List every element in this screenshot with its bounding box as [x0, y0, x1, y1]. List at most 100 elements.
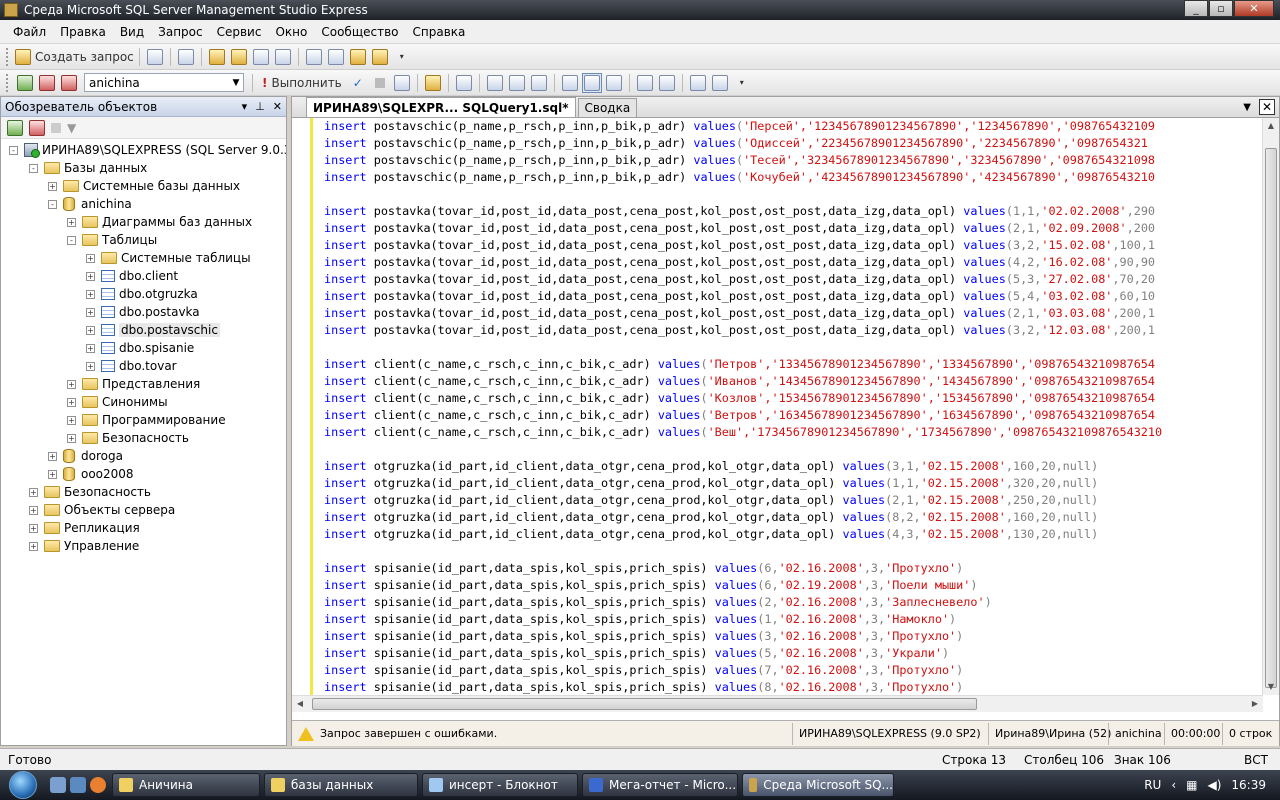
code-line[interactable]: insert spisanie(id_part,data_spis,kol_sp… [324, 628, 963, 645]
network-icon[interactable]: ▦ [1186, 778, 1197, 792]
code-line[interactable]: insert client(c_name,c_rsch,c_inn,c_bik,… [324, 424, 1162, 441]
tree-node-table-postavschic[interactable]: + dbo.postavschic [86, 321, 220, 339]
code-line[interactable]: insert client(c_name,c_rsch,c_inn,c_bik,… [324, 390, 1155, 407]
code-line[interactable]: insert spisanie(id_part,data_spis,kol_sp… [324, 611, 956, 628]
code-editor[interactable]: insert postavschic(p_name,p_rsch,p_inn,p… [292, 118, 1263, 695]
switch-windows-icon[interactable] [70, 777, 86, 793]
disconnect-button[interactable] [37, 73, 57, 93]
code-line[interactable]: insert postavschic(p_name,p_rsch,p_inn,p… [324, 169, 1155, 186]
code-line[interactable]: insert otgruzka(id_part,id_client,data_o… [324, 526, 1098, 543]
close-button[interactable]: ✕ [1234, 0, 1274, 17]
comment-button[interactable] [635, 73, 655, 93]
tree-node-anichina[interactable]: - anichina [48, 195, 132, 213]
menu-help[interactable]: Справка [406, 25, 473, 39]
results-text-button[interactable] [529, 73, 549, 93]
show-desktop-icon[interactable] [50, 777, 66, 793]
specify-values-button[interactable] [454, 73, 474, 93]
new-query-button[interactable]: Создать запрос [15, 47, 134, 67]
results-file-button[interactable] [604, 73, 624, 93]
code-line[interactable]: insert client(c_name,c_rsch,c_inn,c_bik,… [324, 373, 1155, 390]
tree-node-server-objects[interactable]: + Объекты сервера [29, 501, 175, 519]
minimize-button[interactable]: _ [1184, 0, 1208, 17]
save-all-button[interactable] [273, 47, 293, 67]
tree-node-databases[interactable]: - Базы данных [29, 159, 147, 177]
code-line[interactable]: insert postavka(tovar_id,post_id,data_po… [324, 254, 1155, 271]
tree-node-security[interactable]: + Безопасность [29, 483, 151, 501]
connect-icon[interactable] [7, 119, 23, 136]
code-line[interactable]: insert spisanie(id_part,data_spis,kol_sp… [324, 577, 977, 594]
code-line[interactable]: insert postavschic(p_name,p_rsch,p_inn,p… [324, 152, 1155, 169]
include-plan-button[interactable] [485, 73, 505, 93]
close-document-button[interactable]: ✕ [1259, 99, 1275, 115]
results-grid-button[interactable] [560, 73, 580, 93]
tree-node-server[interactable]: -ИРИНА89\SQLEXPRESS (SQL Server 9.0.3042… [9, 141, 286, 159]
taskbar-item-databases[interactable]: базы данных [264, 773, 418, 797]
tree-node-tables[interactable]: - Таблицы [67, 231, 157, 249]
close-icon[interactable]: ✕ [273, 100, 282, 113]
tree-node-system-databases[interactable]: + Системные базы данных [48, 177, 240, 195]
registered-servers-button[interactable] [304, 47, 324, 67]
tree-node-ooo2008[interactable]: + ooo2008 [48, 465, 134, 483]
change-connection-button[interactable] [59, 73, 79, 93]
client-stats-button[interactable] [507, 73, 527, 93]
results-grid-active-button[interactable] [581, 72, 602, 93]
vertical-scrollbar[interactable]: ▲ ▼ [1262, 118, 1279, 695]
taskbar-item-ssms[interactable]: Среда Microsoft SQ... [742, 773, 894, 797]
code-line[interactable]: insert spisanie(id_part,data_spis,kol_sp… [324, 645, 949, 662]
execute-button[interactable]: ! Выполнить [258, 73, 346, 93]
menu-window[interactable]: Окно [268, 25, 314, 39]
parse-button[interactable]: ✓ [348, 73, 368, 93]
increase-indent-button[interactable] [710, 73, 730, 93]
scroll-down-icon[interactable]: ▼ [1263, 679, 1279, 695]
tree-node-replication[interactable]: + Репликация [29, 519, 140, 537]
menu-edit[interactable]: Правка [53, 25, 113, 39]
vertical-scroll-thumb[interactable] [1265, 148, 1277, 688]
save-button[interactable] [251, 47, 271, 67]
browser-icon[interactable] [90, 777, 106, 793]
database-select[interactable]: anichina ▼ [84, 73, 244, 92]
scroll-left-icon[interactable]: ◀ [292, 696, 308, 712]
open-button[interactable] [207, 47, 227, 67]
code-line[interactable]: insert spisanie(id_part,data_spis,kol_sp… [324, 560, 963, 577]
filter-icon[interactable]: ▼ [67, 121, 76, 135]
code-line[interactable]: insert otgruzka(id_part,id_client,data_o… [324, 475, 1098, 492]
cancel-execution-button[interactable] [370, 73, 390, 93]
uncomment-button[interactable] [657, 73, 677, 93]
tree-node-programmability[interactable]: + Программирование [67, 411, 226, 429]
properties-button[interactable] [370, 47, 390, 67]
horizontal-scroll-thumb[interactable] [312, 698, 977, 710]
code-line[interactable]: insert spisanie(id_part,data_spis,kol_sp… [324, 594, 992, 611]
tree-node-table-postavka[interactable]: + dbo.postavka [86, 303, 200, 321]
toolbar-options-button[interactable]: ▾ [392, 47, 412, 67]
code-line[interactable]: insert postavka(tovar_id,post_id,data_po… [324, 322, 1155, 339]
tree-node-doroga[interactable]: + doroga [48, 447, 123, 465]
code-line[interactable]: insert postavka(tovar_id,post_id,data_po… [324, 237, 1155, 254]
dropdown-icon[interactable]: ▾ [242, 100, 248, 113]
tree-node-table-tovar[interactable]: + dbo.tovar [86, 357, 177, 375]
toolbar-grip[interactable] [6, 73, 10, 92]
pin-icon[interactable]: ⊥ [255, 100, 265, 113]
tree-node-views[interactable]: + Представления [67, 375, 200, 393]
tree-node-db-security[interactable]: + Безопасность [67, 429, 189, 447]
object-explorer-button[interactable] [326, 47, 346, 67]
start-button[interactable] [0, 770, 46, 800]
decrease-indent-button[interactable] [688, 73, 708, 93]
menu-query[interactable]: Запрос [151, 25, 209, 39]
tree-node-table-spisanie[interactable]: + dbo.spisanie [86, 339, 194, 357]
tree-node-system-tables[interactable]: + Системные таблицы [86, 249, 251, 267]
code-line[interactable]: insert postavschic(p_name,p_rsch,p_inn,p… [324, 118, 1155, 135]
tab-list-icon[interactable]: ▼ [1243, 102, 1251, 113]
chevron-left-icon[interactable]: ‹ [1171, 778, 1176, 792]
code-line[interactable]: insert otgruzka(id_part,id_client,data_o… [324, 492, 1098, 509]
code-line[interactable]: insert postavka(tovar_id,post_id,data_po… [324, 271, 1155, 288]
new-file-button[interactable] [145, 47, 165, 67]
taskbar-item-anichina[interactable]: Аничина [112, 773, 260, 797]
menu-view[interactable]: Вид [113, 25, 151, 39]
scroll-up-icon[interactable]: ▲ [1263, 118, 1279, 134]
code-line[interactable]: insert postavka(tovar_id,post_id,data_po… [324, 203, 1155, 220]
code-line[interactable]: insert client(c_name,c_rsch,c_inn,c_bik,… [324, 407, 1155, 424]
toolbar-options-button[interactable]: ▾ [732, 73, 752, 93]
open-project-button[interactable] [229, 47, 249, 67]
code-line[interactable]: insert postavka(tovar_id,post_id,data_po… [324, 305, 1155, 322]
tab-summary[interactable]: Сводка [577, 98, 638, 117]
